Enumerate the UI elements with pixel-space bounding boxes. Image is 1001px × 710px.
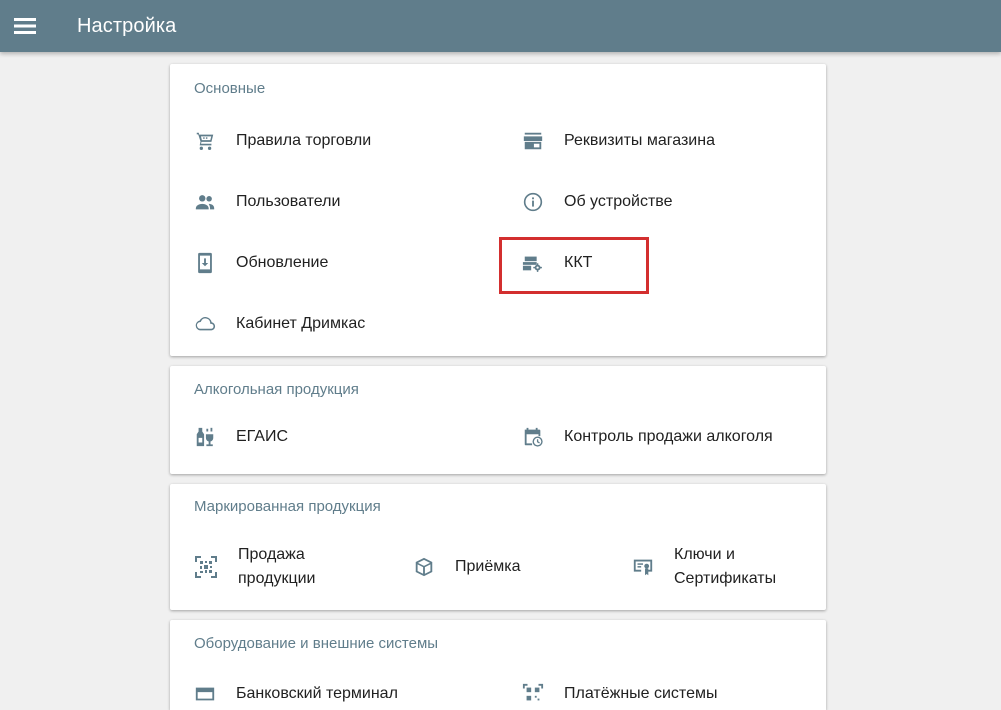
settings-item-label: Реквизиты магазина (564, 131, 715, 149)
app-bar: Настройка (0, 0, 1001, 52)
phone-download-icon (194, 252, 216, 274)
page-title: Настройка (77, 14, 177, 37)
card-terminal-icon (194, 683, 216, 705)
certificate-icon (632, 556, 654, 578)
settings-item-label: Пользователи (236, 192, 341, 210)
bottles-icon (194, 426, 216, 448)
section-title: Оборудование и внешние системы (194, 635, 439, 652)
settings-item-keys-certificates[interactable]: Ключи и Сертификаты (608, 530, 826, 604)
settings-item-label: Платёжные системы (564, 685, 718, 702)
section-title: Основные (194, 80, 266, 97)
settings-item-store-details[interactable]: Реквизиты магазина (498, 110, 826, 171)
settings-item-trade-rules[interactable]: Правила торговли (170, 110, 498, 171)
settings-item-kkt[interactable]: ККТ (498, 232, 826, 293)
settings-content: Основные Правила торговли Реквизиты мага… (170, 64, 826, 710)
section-title: Маркированная продукция (194, 498, 381, 515)
menu-icon (14, 18, 36, 34)
settings-item-dreamkas-cabinet[interactable]: Кабинет Дримкас (170, 293, 498, 354)
kkt-settings-icon (522, 252, 544, 274)
info-icon (522, 191, 544, 213)
section-title: Алкогольная продукция (194, 381, 359, 398)
settings-item-egais[interactable]: ЕГАИС (170, 409, 498, 465)
settings-item-label: Об устройстве (564, 192, 673, 210)
section-basic: Основные Правила торговли Реквизиты мага… (170, 64, 826, 356)
settings-item-alcohol-control[interactable]: Контроль продажи алкоголя (498, 409, 826, 465)
calendar-clock-icon (522, 426, 544, 448)
settings-item-label: Контроль продажи алкоголя (564, 428, 773, 445)
settings-item-label: Банковский терминал (236, 685, 398, 702)
section-marked: Маркированная продукция Продажа продукци… (170, 484, 826, 610)
section-alcohol: Алкогольная продукция ЕГАИС Контроль про… (170, 366, 826, 474)
settings-item-label: Правила торговли (236, 131, 372, 149)
settings-item-bank-terminal[interactable]: Банковский терминал (170, 666, 498, 710)
settings-item-label: Обновление (236, 253, 329, 271)
settings-item-label: Кабинет Дримкас (236, 314, 366, 332)
menu-button[interactable] (0, 0, 50, 52)
shopping-cart-icon (194, 130, 216, 152)
settings-item-users[interactable]: Пользователи (170, 171, 498, 232)
settings-item-label: Ключи и Сертификаты (674, 546, 777, 587)
store-icon (522, 130, 544, 152)
package-icon (413, 556, 435, 578)
qr-code-icon (522, 683, 544, 705)
settings-item-label: Продажа продукции (238, 546, 316, 587)
settings-item-payment-systems[interactable]: Платёжные системы (498, 666, 826, 710)
settings-item-label: Приёмка (455, 558, 521, 575)
settings-item-product-sale[interactable]: Продажа продукции (170, 530, 389, 604)
settings-item-update[interactable]: Обновление (170, 232, 498, 293)
settings-item-label: ЕГАИС (236, 428, 288, 445)
datamatrix-scan-icon (194, 555, 218, 579)
settings-item-acceptance[interactable]: Приёмка (389, 530, 608, 604)
users-icon (194, 191, 216, 213)
cloud-icon (194, 313, 216, 335)
settings-item-about-device[interactable]: Об устройстве (498, 171, 826, 232)
settings-item-label: ККТ (564, 253, 593, 271)
